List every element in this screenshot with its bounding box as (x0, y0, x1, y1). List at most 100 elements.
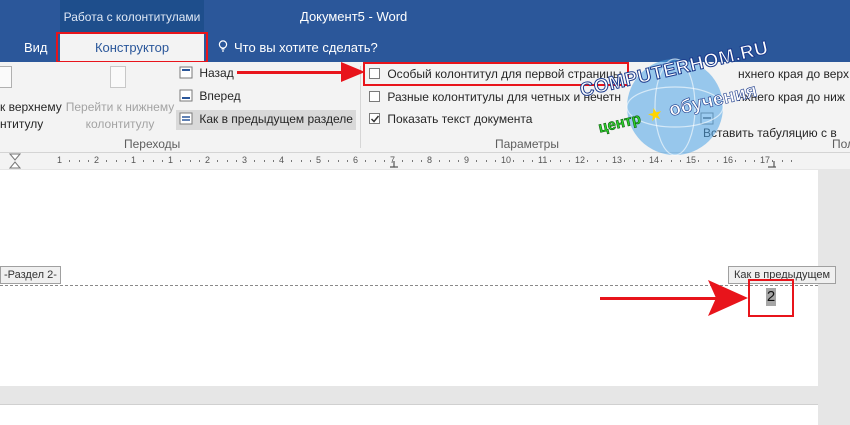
ruler-tick (781, 160, 783, 162)
ruler-tick (587, 160, 589, 162)
link-previous-content: Как в предыдущем разделе (179, 112, 353, 126)
ruler-tick (254, 160, 256, 162)
goto-footer-label-2: колонтитулу (85, 117, 155, 131)
ruler-tick (106, 160, 108, 162)
tell-me-label: Что вы хотите сделать? (234, 40, 378, 55)
ruler-tick (624, 160, 626, 162)
options-group-label: Параметры (495, 137, 559, 151)
ruler-tick (263, 160, 265, 162)
ruler-tick (485, 160, 487, 162)
ruler-tick (337, 160, 339, 162)
ruler-tick (87, 160, 89, 162)
ruler-tick (365, 160, 367, 162)
goto-footer-icon (110, 66, 126, 88)
goto-header-label-1: к верхнему (0, 100, 62, 114)
ruler-tick (735, 160, 737, 162)
show-document-text-checkbox[interactable] (369, 113, 380, 124)
ruler-tick (180, 160, 182, 162)
ruler-tick (272, 160, 274, 162)
ruler-tick (494, 160, 496, 162)
ruler-tick (217, 160, 219, 162)
goto-footer-button[interactable]: Перейти к нижнему колонтитулу (64, 100, 176, 131)
ruler-label: 17 (760, 155, 771, 165)
ruler-tick (513, 160, 515, 162)
designer-tab-highlight (56, 32, 208, 63)
ruler-tick (605, 160, 607, 162)
ruler-tick (309, 160, 311, 162)
ruler-tick (189, 160, 191, 162)
ruler-tick (772, 160, 774, 162)
ruler-tick (642, 160, 644, 162)
ruler-label: 15 (686, 155, 697, 165)
ruler-label: 2 (205, 155, 211, 165)
ruler-tick (531, 160, 533, 162)
ruler-tick (670, 160, 672, 162)
ruler-tick (716, 160, 718, 162)
ruler-tick (291, 160, 293, 162)
forward-label: Вперед (199, 89, 241, 103)
forward-button[interactable]: Вперед (179, 89, 241, 103)
back-label: Назад (199, 66, 234, 80)
ruler-tick (69, 160, 71, 162)
ruler-label: 7 (390, 155, 396, 165)
ruler-label: 1 (168, 155, 174, 165)
ruler-label: 10 (501, 155, 512, 165)
ruler-tick (744, 160, 746, 162)
goto-header-icon (0, 66, 12, 88)
ruler-tick (550, 160, 552, 162)
indent-marker-icon[interactable] (9, 153, 21, 169)
ruler-tick (698, 160, 700, 162)
header-from-top-label[interactable]: нхнего края до верх (738, 67, 849, 81)
ruler-tick (411, 160, 413, 162)
ruler-tick (420, 160, 422, 162)
page-gap (0, 386, 850, 404)
goto-header-button[interactable]: к верхнему нтитулу (0, 100, 62, 131)
ruler-label: 3 (242, 155, 248, 165)
ruler-tick (346, 160, 348, 162)
ruler-label: 11 (538, 155, 548, 165)
ruler-tick (78, 160, 80, 162)
arrow-to-page-number (600, 280, 748, 316)
next-page[interactable] (0, 404, 818, 425)
position-group-label: Пол (832, 137, 850, 151)
different-odd-even-option[interactable]: Разные колонтитулы для четных и нечетн (369, 90, 621, 104)
back-button[interactable]: Назад (179, 66, 234, 80)
ruler-label: 1 (131, 155, 137, 165)
arrow-head-icon (341, 62, 365, 82)
arrow-to-option (237, 62, 365, 82)
ruler-tick (633, 160, 635, 162)
ruler-label: 13 (612, 155, 623, 165)
tab-view[interactable]: Вид (24, 40, 48, 55)
ruler-label: 1 (57, 155, 63, 165)
show-document-text-option[interactable]: Показать текст документа (369, 112, 532, 126)
ruler-tick (235, 160, 237, 162)
ruler-label: 2 (94, 155, 100, 165)
document-page[interactable] (0, 170, 818, 386)
lightbulb-icon (218, 40, 228, 52)
ruler-tick (439, 160, 441, 162)
ruler-tick (374, 160, 376, 162)
insert-alignment-tab-button[interactable]: Вставить табуляцию с в (700, 112, 850, 140)
section-tag: -Раздел 2- (0, 266, 61, 284)
different-odd-even-label: Разные колонтитулы для четных и нечетн (387, 90, 622, 104)
ruler-label: 9 (464, 155, 470, 165)
context-tab-group: Работа с колонтитулами (60, 0, 204, 34)
ruler-label: 4 (279, 155, 285, 165)
link-previous-label: Как в предыдущем разделе (199, 112, 353, 126)
ruler-label: 12 (575, 155, 586, 165)
horizontal-ruler[interactable]: 1 2 1 1 2 3 4 5 6 7 8 9 10 11 12 13 14 15 16 17 (0, 153, 850, 169)
insert-alignment-tab-label: Вставить табуляцию с в (703, 126, 837, 140)
ruler-tick (679, 160, 681, 162)
ruler-tick (198, 160, 200, 162)
goto-footer-label-1: Перейти к нижнему (65, 100, 175, 114)
ruler-tick (596, 160, 598, 162)
ruler-tick (568, 160, 570, 162)
ruler-tick (753, 160, 755, 162)
ruler-tick (448, 160, 450, 162)
ruler-tick (124, 160, 126, 162)
ruler-tick (226, 160, 228, 162)
ruler-tick (457, 160, 459, 162)
footer-from-bottom-label[interactable]: нхнего края до ниж (738, 90, 845, 104)
different-odd-even-checkbox[interactable] (369, 91, 380, 102)
tell-me-box[interactable]: Что вы хотите сделать? (218, 40, 378, 55)
